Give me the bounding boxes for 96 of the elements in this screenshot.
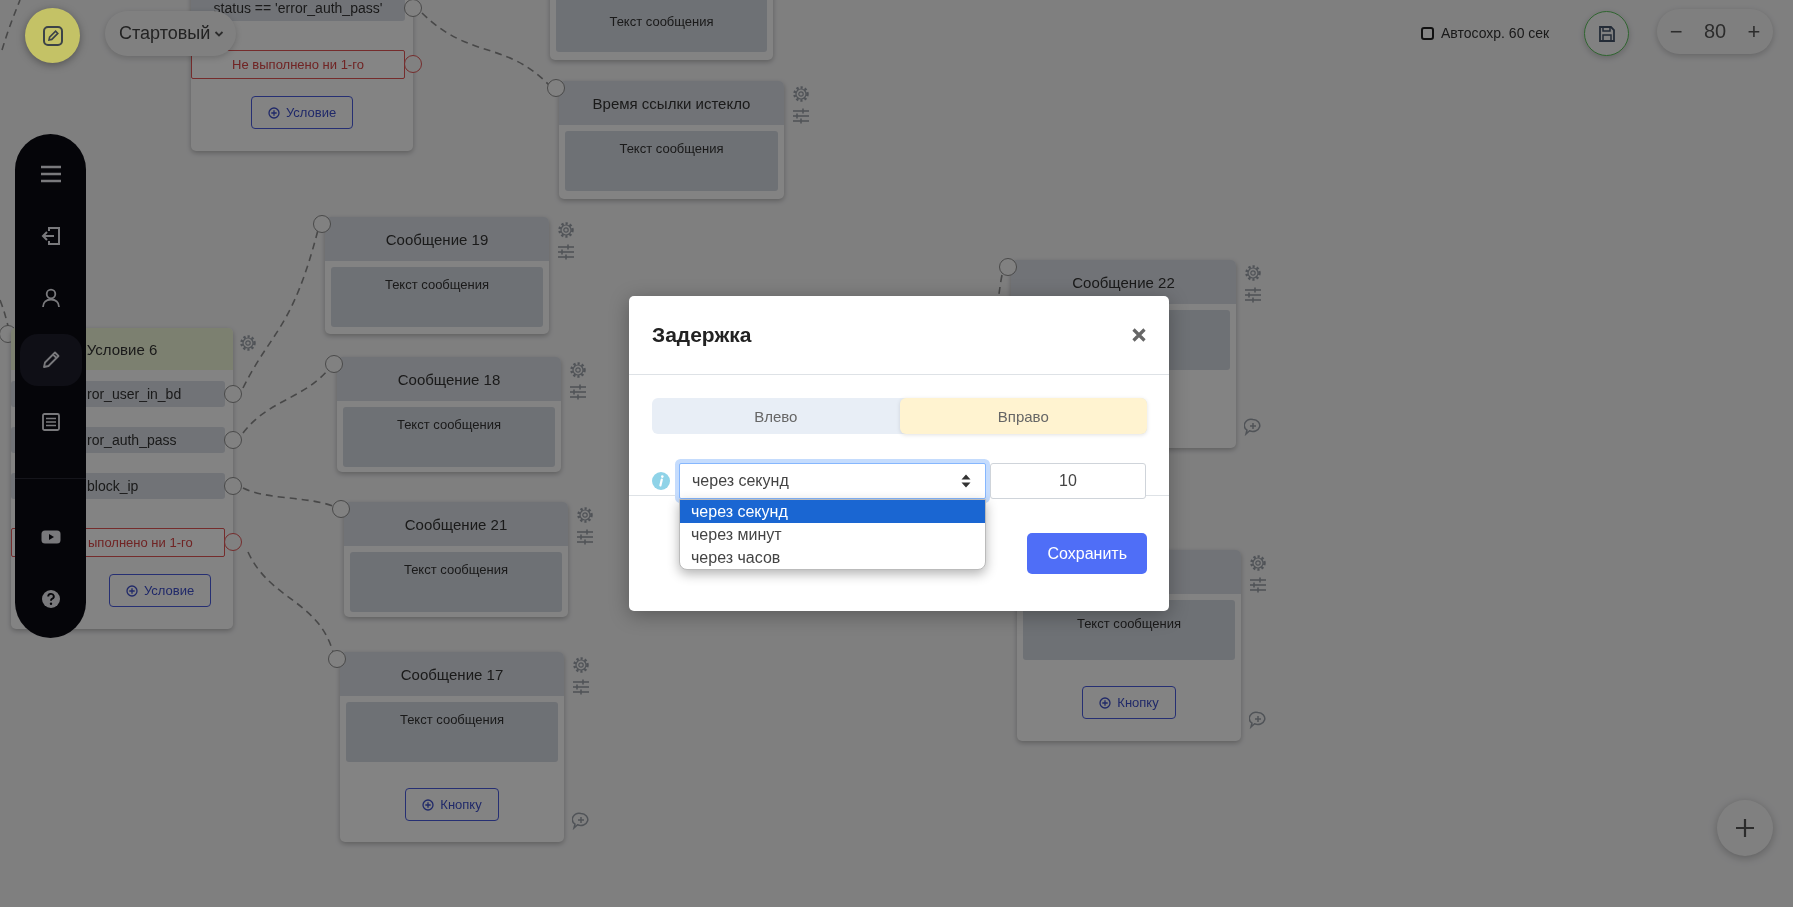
add-condition-button[interactable]: Условие <box>250 96 354 129</box>
message-text-box[interactable]: Текст сообщения <box>556 0 767 52</box>
sliders-icon[interactable] <box>792 108 810 124</box>
input-port[interactable] <box>999 258 1017 276</box>
condition-label: ror_auth_pass <box>87 432 177 448</box>
plus-circle-icon <box>125 584 138 597</box>
message-text-box[interactable]: Текст сообщения <box>346 702 558 762</box>
node-title: Сообщение 18 <box>397 370 501 388</box>
message-text: Текст сообщения <box>403 562 509 577</box>
input-port[interactable] <box>332 500 350 518</box>
plus-icon <box>1734 817 1756 839</box>
sliders-icon[interactable] <box>572 679 590 695</box>
message-text-box[interactable]: Текст сообщения <box>565 131 778 191</box>
amount-field[interactable]: 10 <box>990 463 1146 499</box>
node-title: Сообщение 21 <box>404 515 508 533</box>
message-text-box[interactable]: Текст сообщения <box>350 552 562 612</box>
node-title: Сообщение 19 <box>385 230 489 248</box>
sort-arrows-icon <box>961 474 971 488</box>
gear-icon[interactable] <box>1249 554 1267 572</box>
message-text: Текст сообщения <box>399 712 505 727</box>
fallback-label: Не выполнено ни 1-го <box>232 57 364 72</box>
condition-label: block_ip <box>87 478 139 494</box>
gear-icon[interactable] <box>569 361 587 379</box>
close-icon[interactable] <box>1131 327 1147 343</box>
message-text-box[interactable]: Текст сообщения <box>331 267 543 327</box>
input-port[interactable] <box>313 215 331 233</box>
dialog-title: Задержка <box>652 323 752 347</box>
zoom-value: 80 <box>1703 20 1727 43</box>
sliders-icon[interactable] <box>576 529 594 545</box>
message-text: Текст сообщения <box>384 277 490 292</box>
zoom-out-button[interactable]: − <box>1665 18 1687 45</box>
dropdown-option[interactable]: через секунд <box>680 500 985 523</box>
gear-icon[interactable] <box>572 656 590 674</box>
message-node[interactable]: Сообщение 18 Текст сообщения <box>337 357 561 472</box>
edit-button[interactable] <box>25 8 80 63</box>
save-button[interactable]: Сохранить <box>1027 533 1147 574</box>
plus-circle-icon <box>267 106 280 119</box>
plus-circle-icon <box>1099 696 1112 709</box>
comment-add-icon[interactable] <box>1244 418 1262 436</box>
video-icon <box>40 530 61 544</box>
message-text: Текст сообщения <box>396 417 502 432</box>
menu-icon <box>39 165 62 183</box>
message-node[interactable]: Время ссылки истекло Текст сообщения <box>559 81 784 199</box>
direction-tab[interactable]: Влево <box>652 398 900 434</box>
sidebar-button[interactable] <box>19 334 82 386</box>
fallback-label: ыполнено ни 1-го <box>88 535 193 550</box>
add-node-button[interactable] <box>1717 800 1773 856</box>
zoom-in-button[interactable]: + <box>1743 18 1765 45</box>
sliders-icon[interactable] <box>569 384 587 400</box>
sliders-icon[interactable] <box>1249 577 1267 593</box>
message-text-box[interactable]: Текст сообщения <box>343 407 555 467</box>
input-port[interactable] <box>328 650 346 668</box>
direction-tab[interactable]: Вправо <box>899 398 1147 434</box>
save-button-round[interactable] <box>1584 11 1629 56</box>
message-node[interactable]: Сообщение 19 Текст сообщения <box>325 217 549 334</box>
message-node[interactable]: Текст сообщения <box>550 0 773 60</box>
gear-icon[interactable] <box>1244 264 1262 282</box>
input-port[interactable] <box>547 79 565 97</box>
add-button[interactable]: Кнопку <box>1082 686 1176 719</box>
gear-icon[interactable] <box>576 506 594 524</box>
dropdown-option[interactable]: через часов <box>680 546 985 569</box>
message-node[interactable]: Сообщение 17 Текст сообщения Кнопку <box>340 652 564 842</box>
connector-line <box>1 0 21 51</box>
dropdown-option[interactable]: через минут <box>680 523 985 546</box>
node-title: Сообщение 22 <box>1072 273 1175 291</box>
gear-icon[interactable] <box>557 221 575 239</box>
add-button[interactable]: Кнопку <box>405 788 499 821</box>
connector-line <box>0 299 9 327</box>
message-text: Текст сообщения <box>1076 616 1182 631</box>
message-text: Текст сообщения <box>619 141 724 156</box>
help-icon <box>40 589 61 609</box>
edit-icon <box>41 24 64 47</box>
chevron-down-icon <box>214 29 225 38</box>
fallback-row[interactable]: Не выполнено ни 1-го <box>191 50 405 79</box>
condition-label: ror_user_in_bd <box>87 386 182 402</box>
info-icon[interactable] <box>652 472 670 490</box>
plus-circle-icon <box>422 798 435 811</box>
user-icon <box>40 288 61 308</box>
add-condition-button[interactable]: Условие <box>108 574 212 607</box>
pencil-icon <box>40 350 61 370</box>
autosave-checkbox[interactable] <box>1421 26 1434 40</box>
gear-icon[interactable] <box>239 334 257 352</box>
node-title: Условие 6 <box>86 340 158 358</box>
input-port[interactable] <box>325 355 343 373</box>
gear-icon[interactable] <box>792 85 810 103</box>
message-node[interactable]: Сообщение 21 Текст сообщения <box>344 502 568 617</box>
message-text: Текст сообщения <box>609 14 714 29</box>
comment-add-icon[interactable] <box>572 812 590 830</box>
sliders-icon[interactable] <box>557 244 575 260</box>
sliders-icon[interactable] <box>1244 287 1262 303</box>
node-title: Сообщение 17 <box>400 665 504 683</box>
list-icon <box>41 413 60 431</box>
exit-icon <box>40 226 61 246</box>
comment-add-icon[interactable] <box>1249 711 1267 729</box>
autosave-label: Автосохр. 60 сек <box>1441 25 1550 41</box>
node-title: Время ссылки истекло <box>592 94 751 112</box>
